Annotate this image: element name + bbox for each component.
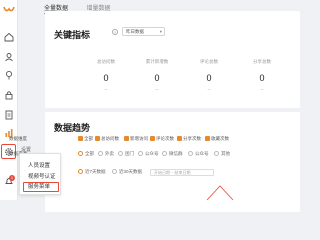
app-logo-icon <box>3 1 15 19</box>
metric-label: 总访问数 <box>97 59 115 64</box>
radio-source-other[interactable] <box>214 151 219 156</box>
metric-label: 评论总数 <box>200 59 218 64</box>
radio-label: 外卖 <box>105 151 114 156</box>
checkbox-label: 收藏次数 <box>211 136 229 141</box>
radio-label: 公众号 <box>145 151 159 156</box>
radio-label: 近7天数据 <box>85 169 106 174</box>
date-range-input[interactable]: 开始日期 ~ 结束日期 <box>150 169 214 176</box>
radio-source-all[interactable] <box>78 151 83 156</box>
location-icon[interactable] <box>4 70 14 80</box>
notification-badge: 1 <box>9 175 15 181</box>
checkbox-comments[interactable] <box>150 136 155 141</box>
popup-title: 设置 <box>21 147 32 153</box>
metric-total-visits: 总访问数 0 -- <box>86 59 126 92</box>
menu-item-service-menu[interactable]: 服务菜单 <box>23 182 59 192</box>
data-trend-panel: 数据趋势 <box>45 112 300 212</box>
radio-source-account[interactable] <box>188 151 193 156</box>
checkbox-label: 分享次数 <box>183 136 201 141</box>
metric-value: 0 <box>206 73 212 83</box>
radio-label: 微信群 <box>169 151 183 156</box>
metric-compare: -- <box>207 87 211 92</box>
metric-value: 0 <box>259 73 265 83</box>
range-select-value: 昨日数据 <box>126 29 144 34</box>
checkbox-shares[interactable] <box>177 136 182 141</box>
menu-item-channel-verify[interactable]: 视频号认证 <box>28 172 56 180</box>
metric-compare: -- <box>260 87 264 92</box>
dimension-label: 数据维度 <box>9 136 27 141</box>
checkbox-label: 总访问数 <box>101 136 119 141</box>
metric-label: 累计新增数 <box>145 59 169 64</box>
checkbox-favorites[interactable] <box>205 136 210 141</box>
metric-new-added: 累计新增数 0 -- <box>137 59 177 92</box>
radio-label: 公众号 <box>195 151 209 156</box>
home-icon[interactable] <box>4 32 14 42</box>
radio-label: 其他 <box>221 151 230 156</box>
metric-compare: -- <box>155 87 159 92</box>
settings-popup-menu: 人员设置 视频号认证 服务菜单 <box>19 153 61 195</box>
radio-7-days[interactable] <box>78 169 83 174</box>
sidebar-rail: 1 <box>0 0 18 200</box>
document-icon[interactable] <box>4 110 14 120</box>
radio-label: 近30天数据 <box>119 169 143 174</box>
metric-value: 0 <box>154 73 160 83</box>
info-icon[interactable]: ? <box>112 29 118 35</box>
radio-source-store[interactable] <box>118 151 123 156</box>
range-select[interactable]: 昨日数据 ▾ <box>122 27 165 36</box>
radio-source-takeout[interactable] <box>98 151 103 156</box>
radio-30-days[interactable] <box>112 169 117 174</box>
radio-label: 全部 <box>85 151 94 156</box>
radio-source-wechat-group[interactable] <box>162 151 167 156</box>
metric-value: 0 <box>103 73 109 83</box>
checkbox-label: 全部 <box>84 136 93 141</box>
chevron-down-icon: ▾ <box>159 29 162 34</box>
metric-comments: 评论总数 0 -- <box>189 59 229 92</box>
key-metrics-title: 关键指标 <box>54 30 91 40</box>
metric-shares: 分享总数 0 -- <box>242 59 282 92</box>
metric-compare: -- <box>104 87 108 92</box>
checkbox-label: 评论次数 <box>156 136 174 141</box>
radio-source-official[interactable] <box>138 151 143 156</box>
top-tabs: 全量数据 增量数据 <box>44 0 124 14</box>
checkbox-label: 新增访问 <box>130 136 148 141</box>
menu-item-staff-settings[interactable]: 人员设置 <box>28 161 50 169</box>
checkbox-new-visits[interactable] <box>124 136 129 141</box>
metric-label: 分享总数 <box>253 59 271 64</box>
trend-chart-area <box>206 185 234 201</box>
user-icon[interactable] <box>4 52 14 62</box>
checkbox-all[interactable] <box>78 136 83 141</box>
radio-label: 团门 <box>125 151 134 156</box>
lock-icon[interactable] <box>4 90 14 100</box>
key-metrics-panel: 关键指标 ? 昨日数据 ▾ 总访问数 0 -- 累计新增数 0 -- 评论总数 … <box>45 11 300 108</box>
checkbox-total-visits[interactable] <box>95 136 100 141</box>
